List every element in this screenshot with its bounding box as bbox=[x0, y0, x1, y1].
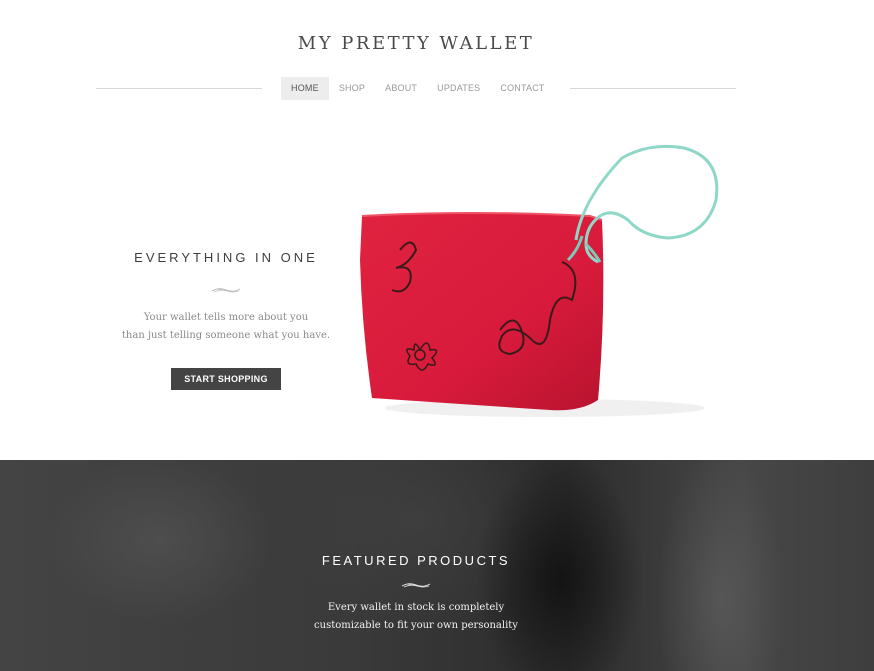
nav-item-about[interactable]: ABOUT bbox=[375, 77, 427, 100]
featured-title: FEATURED PRODUCTS bbox=[321, 553, 511, 568]
nav-item-updates[interactable]: UPDATES bbox=[427, 77, 490, 100]
nav-divider-left bbox=[96, 88, 262, 89]
start-shopping-button[interactable]: START SHOPPING bbox=[171, 368, 281, 390]
flourish-divider-icon bbox=[401, 583, 431, 588]
featured-description: Every wallet in stock is completely cust… bbox=[0, 599, 832, 635]
red-wallet-image bbox=[360, 144, 719, 417]
nav-item-shop[interactable]: SHOP bbox=[329, 77, 375, 100]
hero-description-line: than just telling someone what you have. bbox=[121, 330, 331, 341]
featured-products-section: FEATURED PRODUCTS Every wallet in stock … bbox=[0, 460, 874, 671]
featured-description-line: Every wallet in stock is completely bbox=[327, 602, 505, 613]
nav-item-home[interactable]: HOME bbox=[281, 77, 329, 100]
main-nav: HOME SHOP ABOUT UPDATES CONTACT bbox=[281, 77, 555, 100]
hero-description-line: Your wallet tells more about you bbox=[143, 312, 309, 323]
featured-description-line: customizable to fit your own personality bbox=[314, 620, 518, 631]
flourish-divider-icon bbox=[211, 288, 241, 293]
hero-title: EVERYTHING IN ONE bbox=[134, 250, 318, 265]
site-title: MY PRETTY WALLET bbox=[297, 33, 535, 54]
hero-description: Your wallet tells more about you than ju… bbox=[96, 309, 356, 345]
nav-item-contact[interactable]: CONTACT bbox=[490, 77, 554, 100]
nav-divider-right bbox=[570, 88, 736, 89]
